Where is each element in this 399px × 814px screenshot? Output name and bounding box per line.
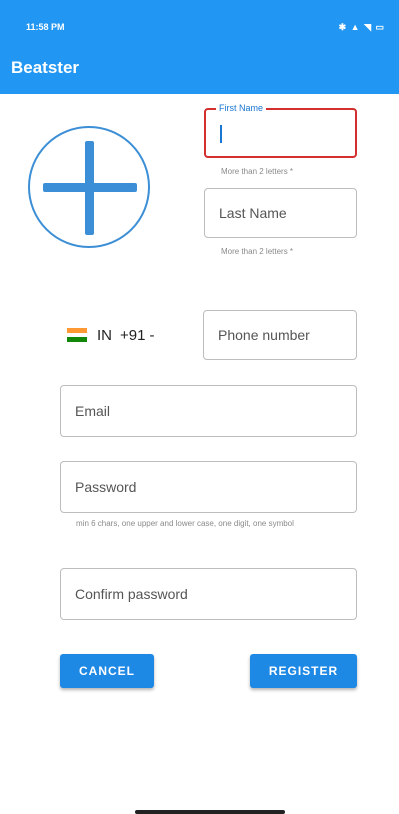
password-helper: min 6 chars, one upper and lower case, o… bbox=[76, 519, 294, 528]
email-field[interactable]: Email bbox=[60, 385, 357, 437]
last-name-placeholder: Last Name bbox=[219, 205, 287, 221]
confirm-password-field[interactable]: Confirm password bbox=[60, 568, 357, 620]
password-placeholder: Password bbox=[75, 479, 137, 495]
cancel-button[interactable]: CANCEL bbox=[60, 654, 154, 688]
first-name-field[interactable]: First Name bbox=[204, 103, 357, 158]
password-field[interactable]: Password bbox=[60, 461, 357, 513]
status-icons: ✱ ▲ ◥ ▭ bbox=[338, 22, 385, 32]
app-title: Beatster bbox=[11, 58, 80, 77]
confirm-password-placeholder: Confirm password bbox=[75, 586, 188, 602]
last-name-field[interactable]: Last Name bbox=[204, 188, 357, 238]
app-bar: Beatster bbox=[0, 40, 399, 94]
chevron-down-icon: - bbox=[149, 326, 155, 344]
first-name-label: First Name bbox=[216, 103, 267, 113]
home-indicator[interactable] bbox=[135, 810, 285, 814]
country-code: IN bbox=[97, 326, 112, 344]
register-button[interactable]: REGISTER bbox=[250, 654, 357, 688]
phone-number-placeholder: Phone number bbox=[218, 327, 310, 343]
email-placeholder: Email bbox=[75, 403, 111, 419]
status-time: 11:58 PM bbox=[26, 22, 65, 32]
india-flag-icon bbox=[67, 328, 87, 343]
country-code-selector[interactable]: IN +91 - bbox=[67, 325, 154, 345]
add-photo-button[interactable] bbox=[28, 126, 150, 248]
text-cursor bbox=[220, 125, 222, 143]
status-bar: 11:58 PM ✱ ▲ ◥ ▭ bbox=[0, 0, 399, 40]
last-name-helper: More than 2 letters * bbox=[221, 247, 294, 256]
first-name-helper: More than 2 letters * bbox=[221, 167, 294, 176]
dial-code: +91 bbox=[120, 326, 146, 344]
phone-number-field[interactable]: Phone number bbox=[203, 310, 357, 360]
